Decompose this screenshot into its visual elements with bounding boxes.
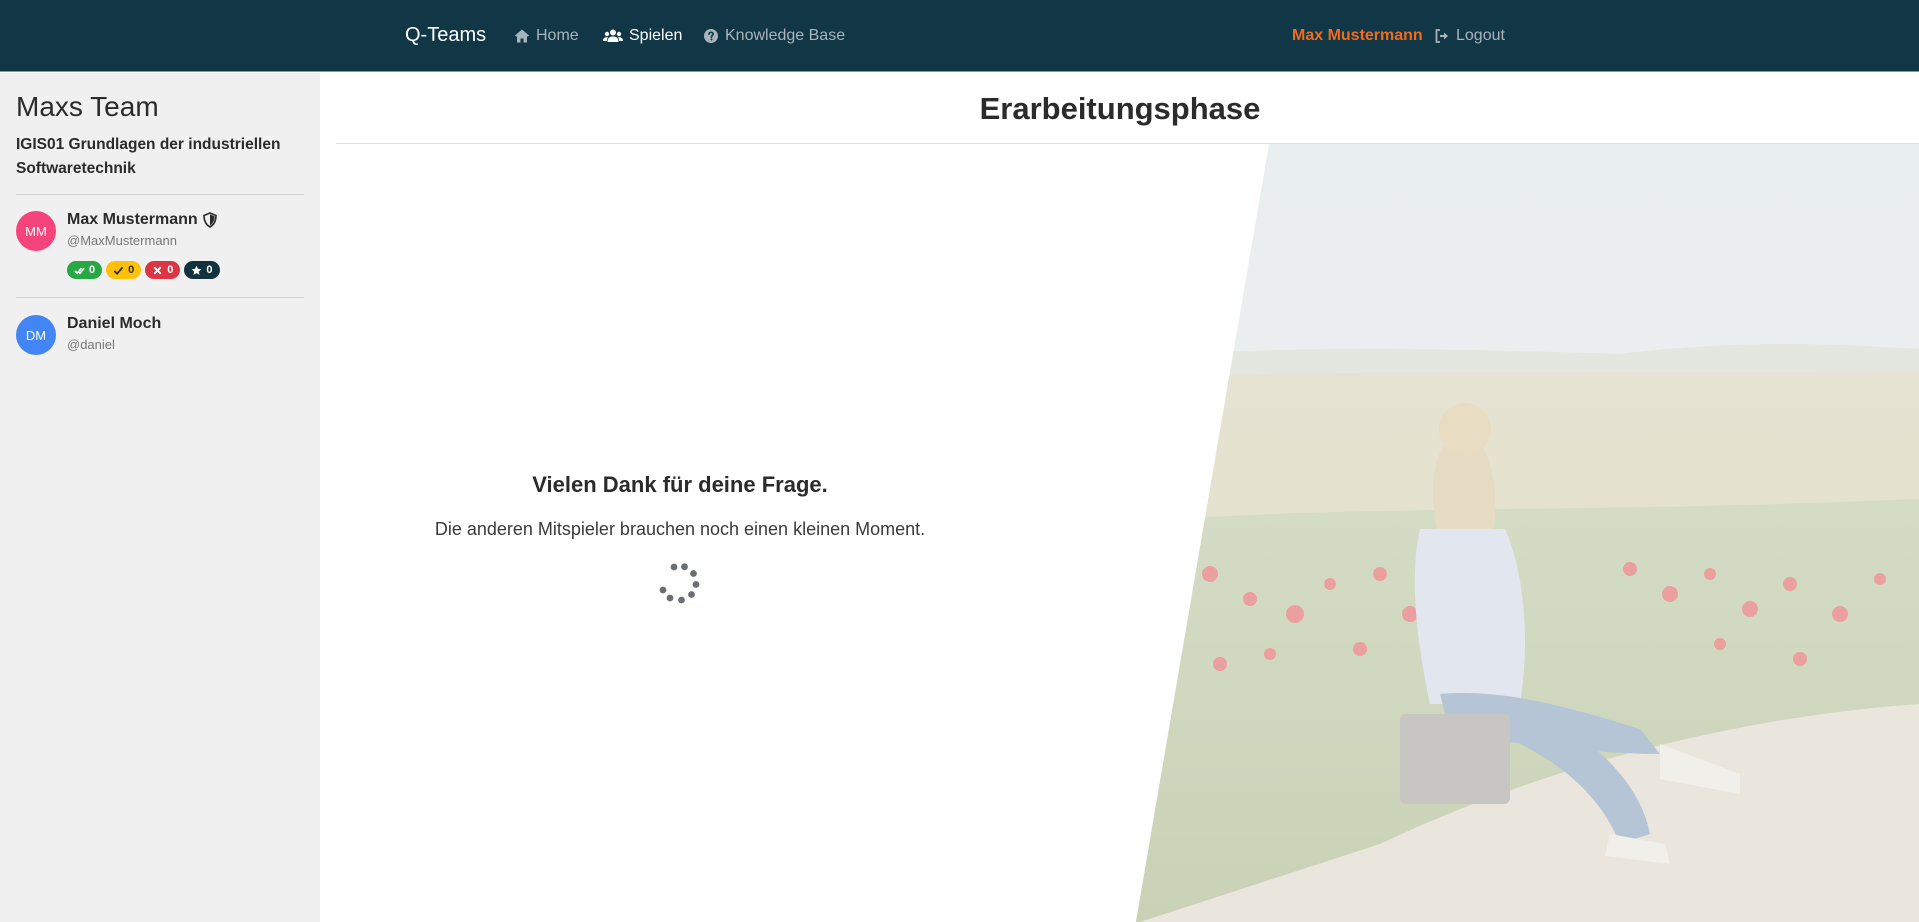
nav-spielen-label: Spielen xyxy=(629,27,683,44)
team-sidebar: Maxs Team IGIS01 Grundlagen der industri… xyxy=(0,73,320,922)
member-item: MM Max Mustermann @MaxMustermann 0 0 0 0 xyxy=(16,211,306,291)
main-content: Erarbeitungsphase Vielen Dank für deine … xyxy=(320,73,1919,922)
member-name: Daniel Moch xyxy=(67,315,161,333)
logout-label: Logout xyxy=(1456,27,1505,44)
status-badge: 0 xyxy=(145,261,181,279)
page-title: Erarbeitungsphase xyxy=(979,91,1261,126)
course-title: IGIS01 Grundlagen der industriellen Soft… xyxy=(16,136,281,177)
nav-spielen-link[interactable]: Spielen xyxy=(603,27,682,45)
member-name: Max Mustermann xyxy=(67,211,217,229)
current-user-name[interactable]: Max Mustermann xyxy=(1292,27,1423,45)
waiting-message: Die anderen Mitspieler brauchen noch ein… xyxy=(434,519,926,539)
sidebar-divider xyxy=(16,297,304,298)
member-name-text: Daniel Moch xyxy=(67,315,162,332)
badge-count: 0 xyxy=(128,264,135,276)
home-icon xyxy=(514,28,530,44)
sign-out-icon xyxy=(1434,28,1450,44)
top-navbar: Q-Teams Home Spielen Knowledge Base Max … xyxy=(0,0,1919,72)
nav-home-link[interactable]: Home xyxy=(514,27,579,45)
status-badge: 0 xyxy=(67,261,103,279)
avatar: MM xyxy=(16,211,56,251)
double-check-icon xyxy=(74,265,85,276)
team-name: Maxs Team xyxy=(16,91,159,122)
status-badge: 0 xyxy=(106,261,142,279)
nav-knowledge-base-link[interactable]: Knowledge Base xyxy=(703,27,845,45)
logout-link[interactable]: Logout xyxy=(1434,27,1505,45)
avatar: DM xyxy=(16,315,56,355)
status-badge: 0 xyxy=(184,261,220,279)
member-handle: @MaxMustermann xyxy=(67,233,178,248)
loading-spinner-icon xyxy=(659,563,700,604)
member-stats: 0 0 0 0 xyxy=(67,261,220,279)
waiting-scene: Vielen Dank für deine Frage. Die anderen… xyxy=(320,144,1919,922)
member-item: DM Daniel Moch @daniel xyxy=(16,315,306,359)
badge-count: 0 xyxy=(89,264,96,276)
sidebar-divider xyxy=(16,194,304,195)
thanks-heading: Vielen Dank für deine Frage. xyxy=(532,472,828,497)
star-icon xyxy=(191,265,202,276)
nav-knowledge-base-label: Knowledge Base xyxy=(725,27,846,44)
x-icon xyxy=(152,265,163,276)
check-icon xyxy=(113,265,124,276)
nav-home-label: Home xyxy=(536,27,579,44)
users-icon xyxy=(603,28,623,44)
brand-logo[interactable]: Q-Teams xyxy=(405,24,486,47)
shield-icon xyxy=(202,212,217,228)
badge-count: 0 xyxy=(206,264,213,276)
member-handle: @daniel xyxy=(67,337,115,352)
member-name-text: Max Mustermann xyxy=(67,211,198,228)
question-circle-icon xyxy=(703,28,719,44)
badge-count: 0 xyxy=(167,264,174,276)
